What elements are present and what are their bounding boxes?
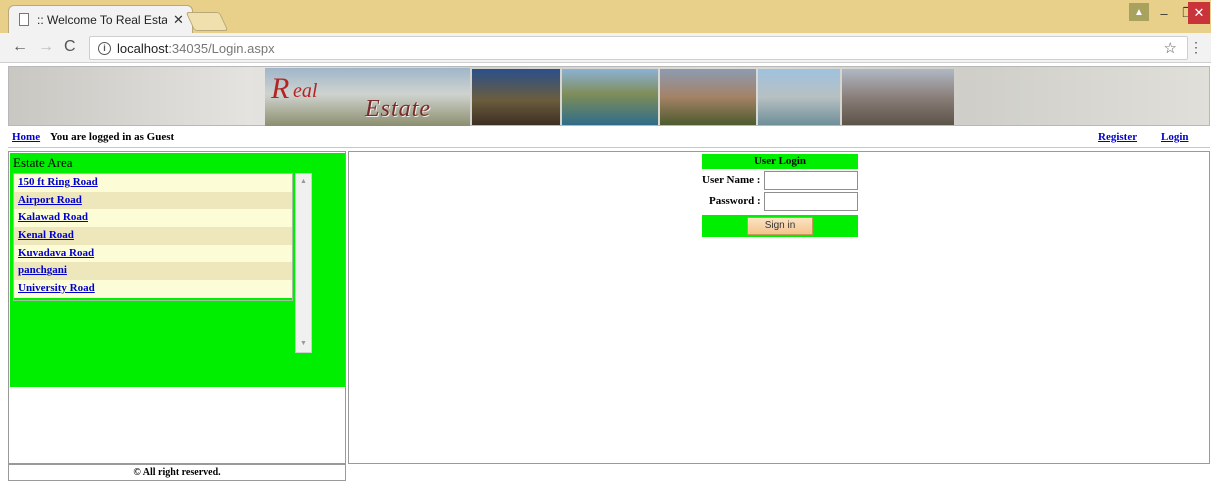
footer: © All right reserved.: [8, 464, 346, 481]
register-link[interactable]: Register: [1098, 131, 1137, 143]
login-actions: Sign in: [702, 215, 858, 237]
home-link[interactable]: Home: [12, 131, 40, 143]
browser-titlebar: :: Welcome To Real Estate ✕ ▲ – ❐ ✕: [0, 0, 1211, 33]
estate-area-panel: Estate Area 150 ft Ring Road Airport Roa…: [10, 153, 345, 387]
estate-link[interactable]: Kuvadava Road: [18, 247, 94, 259]
username-label: User Name :: [702, 174, 761, 186]
address-bar[interactable]: i localhost :34035/Login.aspx ☆: [89, 36, 1188, 60]
top-navigation: Home You are logged in as Guest Register…: [8, 128, 1210, 148]
list-item: 150 ft Ring Road: [14, 174, 292, 192]
url-host: localhost: [117, 40, 169, 56]
reload-icon[interactable]: C: [64, 38, 76, 56]
user-profile-icon[interactable]: ▲: [1129, 3, 1149, 21]
back-arrow-icon[interactable]: ←: [12, 38, 28, 56]
menu-icon[interactable]: ⋮: [1189, 39, 1203, 56]
password-row: Password :: [702, 190, 858, 211]
estate-link[interactable]: panchgani: [18, 264, 67, 276]
estate-link[interactable]: University Road: [18, 282, 95, 294]
tab-title: :: Welcome To Real Estate: [37, 12, 167, 27]
estate-link[interactable]: Kalawad Road: [18, 211, 88, 223]
list-item: Kenal Road: [14, 227, 292, 245]
user-login-form: User Login User Name : Password : Sign i…: [702, 154, 858, 237]
logo-word-estate: Estate: [365, 96, 431, 122]
banner-photo-resort: [562, 69, 658, 125]
left-sidebar: Estate Area 150 ft Ring Road Airport Roa…: [8, 151, 346, 464]
browser-tab[interactable]: :: Welcome To Real Estate ✕: [8, 5, 193, 33]
page-frame: R eal Estate Home You are logged in as G…: [8, 66, 1210, 481]
banner-photo-villa: [472, 69, 560, 125]
estate-link[interactable]: 150 ft Ring Road: [18, 176, 98, 188]
estate-link[interactable]: Airport Road: [18, 194, 82, 206]
tab-close-icon[interactable]: ✕: [173, 12, 184, 28]
copyright-text: © All right reserved.: [133, 467, 221, 478]
minimize-icon[interactable]: –: [1153, 2, 1175, 24]
banner-photo-city: [842, 69, 954, 125]
url-path: :34035/Login.aspx: [168, 40, 275, 56]
scroll-up-icon[interactable]: ▲: [300, 177, 307, 185]
logo-word-eal: eal: [293, 80, 318, 102]
login-link[interactable]: Login: [1161, 131, 1189, 143]
banner-photo-building: [758, 69, 840, 125]
info-icon[interactable]: i: [98, 41, 111, 55]
estate-link[interactable]: Kenal Road: [18, 229, 74, 241]
sign-in-button[interactable]: Sign in: [747, 217, 813, 235]
estate-area-list: 150 ft Ring Road Airport Road Kalawad Ro…: [13, 173, 293, 301]
header-banner: R eal Estate: [8, 66, 1210, 126]
forward-arrow-icon[interactable]: →: [38, 38, 54, 56]
close-window-icon[interactable]: ✕: [1188, 2, 1210, 24]
list-item: panchgani: [14, 262, 292, 281]
login-title: User Login: [702, 154, 858, 169]
estate-area-title: Estate Area: [13, 155, 73, 170]
main-content: User Login User Name : Password : Sign i…: [348, 151, 1210, 464]
scroll-down-icon[interactable]: ▼: [300, 339, 307, 347]
password-input[interactable]: [764, 192, 858, 211]
password-label: Password :: [709, 195, 761, 207]
username-input[interactable]: [764, 171, 858, 190]
browser-toolbar: ← → C i localhost :34035/Login.aspx ☆ ⋮: [0, 33, 1211, 63]
list-item: Kalawad Road: [14, 209, 292, 228]
estate-list-scrollbar[interactable]: ▲ ▼: [295, 173, 312, 353]
list-item: Airport Road: [14, 191, 292, 210]
banner-photo-house: [660, 69, 756, 125]
real-estate-logo: R eal Estate: [265, 68, 470, 126]
username-row: User Name :: [702, 169, 858, 190]
bookmark-star-icon[interactable]: ☆: [1164, 39, 1177, 57]
list-item: Kuvadava Road: [14, 244, 292, 263]
login-status-text: You are logged in as Guest: [50, 131, 175, 143]
logo-letter-r: R: [271, 72, 290, 105]
list-item: University Road: [14, 280, 292, 298]
page-icon: [19, 13, 29, 26]
